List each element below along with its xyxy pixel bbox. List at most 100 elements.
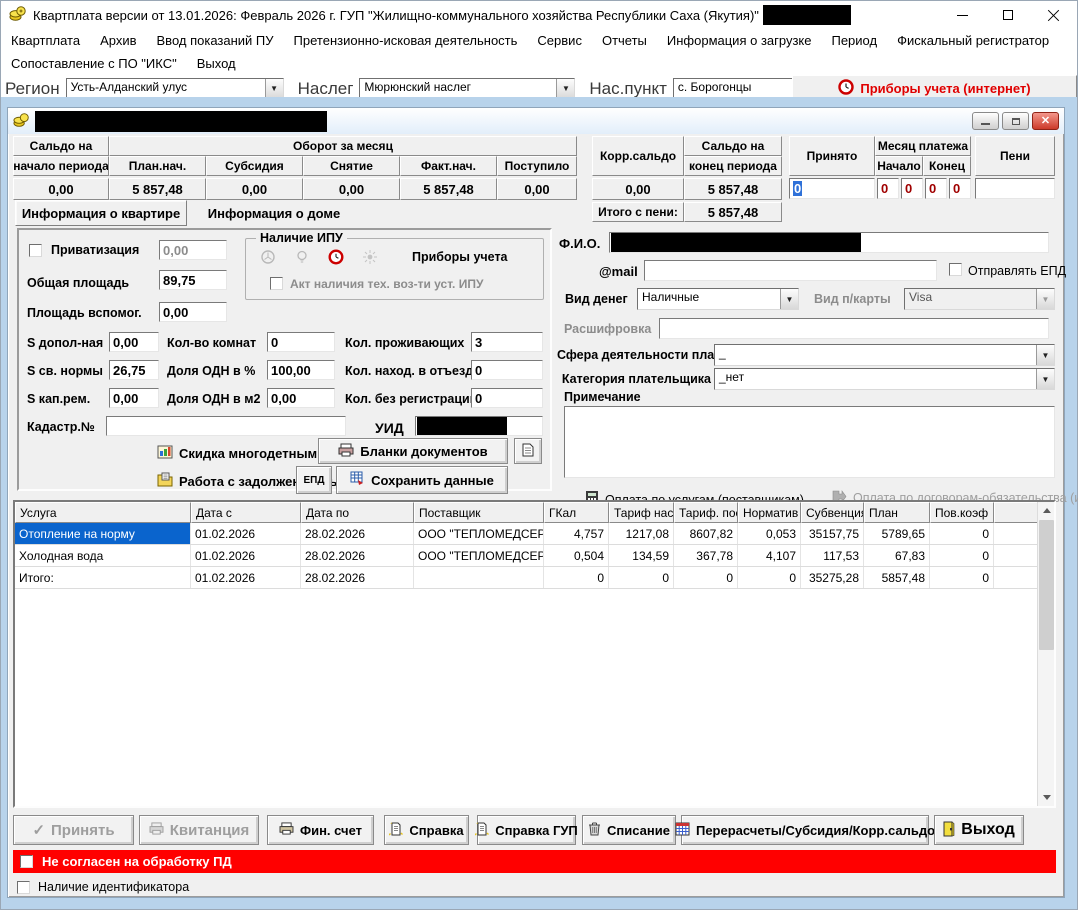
menu-service[interactable]: Сервис [537, 33, 582, 48]
aux-area-input[interactable] [159, 302, 227, 322]
table-row-total[interactable]: Итого: 01.02.2026 28.02.2026 0 0 0 0 352… [15, 567, 1054, 589]
menu-fiscal-register[interactable]: Фискальный регистратор [897, 33, 1049, 48]
col-supplier[interactable]: Поставщик [414, 502, 544, 523]
cell: 1217,08 [609, 523, 674, 544]
decode-input[interactable] [659, 318, 1049, 339]
col-date-to[interactable]: Дата по [301, 502, 414, 523]
maximize-button[interactable] [985, 1, 1031, 29]
child-titlebar[interactable]: ✕ [8, 108, 1064, 134]
s-add-input[interactable] [109, 332, 159, 352]
accepted-selected-text: 0 [793, 181, 802, 196]
money-type-combo[interactable]: Наличные ▼ [637, 288, 799, 310]
save-data-button[interactable]: Сохранить данные [336, 466, 508, 494]
tab-apartment-info[interactable]: Информация о квартире [15, 200, 187, 226]
chevron-down-icon[interactable]: ▼ [780, 289, 798, 309]
menu-meter-readings[interactable]: Ввод показаний ПУ [157, 33, 274, 48]
menu-kvartplata[interactable]: Квартплата [11, 33, 80, 48]
note-textarea[interactable] [564, 406, 1055, 478]
mail-label: @mail [599, 264, 638, 279]
cell: 4,107 [738, 545, 801, 566]
sphere-combo[interactable]: _ ▼ [714, 344, 1055, 366]
rooms-input[interactable] [267, 332, 335, 352]
close-icon [1048, 9, 1060, 21]
sun-icon [362, 249, 378, 268]
menu-archive[interactable]: Архив [100, 33, 136, 48]
cell: 134,59 [609, 545, 674, 566]
odn-pct-input[interactable] [267, 360, 335, 380]
close-button[interactable] [1031, 1, 1077, 29]
privatization-input[interactable] [159, 240, 227, 260]
uid-input[interactable] [415, 416, 543, 436]
recalc-button[interactable]: Перерасчеты/Субсидия/Корр.сальдо [681, 815, 929, 845]
col-gkal[interactable]: ГКал [544, 502, 609, 523]
exit-button[interactable]: Выход [934, 815, 1024, 845]
child-minimize-button[interactable] [972, 112, 999, 130]
accepted-input[interactable]: 0 [789, 178, 875, 199]
s-repair-label: S кап.рем. [27, 392, 90, 406]
month-start-2-input[interactable] [901, 178, 923, 199]
s-norm-input[interactable] [109, 360, 159, 380]
help-button[interactable]: Справка [384, 815, 469, 845]
card-type-combo: Visa ▼ [904, 288, 1055, 310]
col-plan[interactable]: План [864, 502, 930, 523]
minimize-button[interactable] [939, 1, 985, 29]
col-tariff-pop[interactable]: Тариф нас. [609, 502, 674, 523]
month-start-1-input[interactable] [877, 178, 899, 199]
meter-clock-icon [838, 79, 854, 98]
menu-exit[interactable]: Выход [197, 56, 236, 71]
scroll-down-button[interactable] [1038, 789, 1055, 806]
menu-period[interactable]: Период [831, 33, 877, 48]
send-epd-label: Отправлять ЕПД [968, 264, 1066, 278]
scrollbar-thumb[interactable] [1039, 520, 1054, 650]
col-norm[interactable]: Норматив [738, 502, 801, 523]
chevron-down-icon[interactable]: ▼ [1036, 345, 1054, 365]
col-tariff-supplier[interactable]: Тариф. пост [674, 502, 738, 523]
col-date-from[interactable]: Дата с [191, 502, 301, 523]
menu-iks-matching[interactable]: Сопоставление с ПО "ИКС" [11, 56, 177, 71]
cadastre-input[interactable] [106, 416, 346, 436]
writeoff-button[interactable]: Списание [582, 815, 676, 845]
cell: 28.02.2026 [301, 545, 414, 566]
unregistered-input[interactable] [471, 388, 543, 408]
consent-checkbox[interactable] [20, 855, 33, 868]
table-row-cold-water[interactable]: Холодная вода 01.02.2026 28.02.2026 ООО … [15, 545, 1054, 567]
odn-m2-input[interactable] [267, 388, 335, 408]
total-area-input[interactable] [159, 270, 227, 290]
menu-load-info[interactable]: Информация о загрузке [667, 33, 812, 48]
help-gup-button[interactable]: Справка ГУП [477, 815, 576, 845]
col-subvention[interactable]: Субвенция [801, 502, 864, 523]
send-epd-checkbox[interactable] [949, 263, 962, 276]
month-end-2-input[interactable] [949, 178, 971, 199]
s-repair-input[interactable] [109, 388, 159, 408]
mail-input[interactable] [644, 260, 937, 281]
tab-house-info[interactable]: Информация о доме [194, 200, 354, 226]
cadastre-label: Кадастр.№ [27, 420, 95, 434]
chevron-down-icon[interactable]: ▼ [265, 79, 283, 99]
privatization-checkbox[interactable] [29, 244, 42, 257]
month-end-1-input[interactable] [925, 178, 947, 199]
chevron-down-icon[interactable]: ▼ [1036, 369, 1054, 389]
cell: 0 [544, 567, 609, 588]
chevron-down-icon[interactable]: ▼ [556, 79, 574, 99]
col-coef[interactable]: Пов.коэф [930, 502, 994, 523]
table-row-heating[interactable]: Отопление на норму 01.02.2026 28.02.2026… [15, 523, 1054, 545]
fio-input[interactable] [609, 232, 1049, 253]
menu-claims[interactable]: Претензионно-исковая деятельность [294, 33, 518, 48]
blanks-button[interactable]: Бланки документов [318, 438, 508, 464]
fin-account-button[interactable]: Фин. счет [267, 815, 374, 845]
category-combo[interactable]: _нет ▼ [714, 368, 1055, 390]
away-input[interactable] [471, 360, 543, 380]
cell: 35275,28 [801, 567, 864, 588]
col-service[interactable]: Услуга [15, 502, 191, 523]
epd-button[interactable]: ЕПД [296, 466, 332, 494]
scroll-up-button[interactable] [1038, 502, 1055, 519]
menu-reports[interactable]: Отчеты [602, 33, 647, 48]
act-checkbox[interactable] [270, 277, 283, 290]
document-button[interactable] [514, 438, 542, 464]
child-restore-button[interactable] [1002, 112, 1029, 130]
peni-input[interactable] [975, 178, 1055, 199]
child-close-button[interactable]: ✕ [1032, 112, 1059, 130]
identifier-checkbox[interactable] [17, 881, 30, 894]
residents-input[interactable] [471, 332, 543, 352]
vertical-scrollbar[interactable] [1037, 502, 1054, 806]
